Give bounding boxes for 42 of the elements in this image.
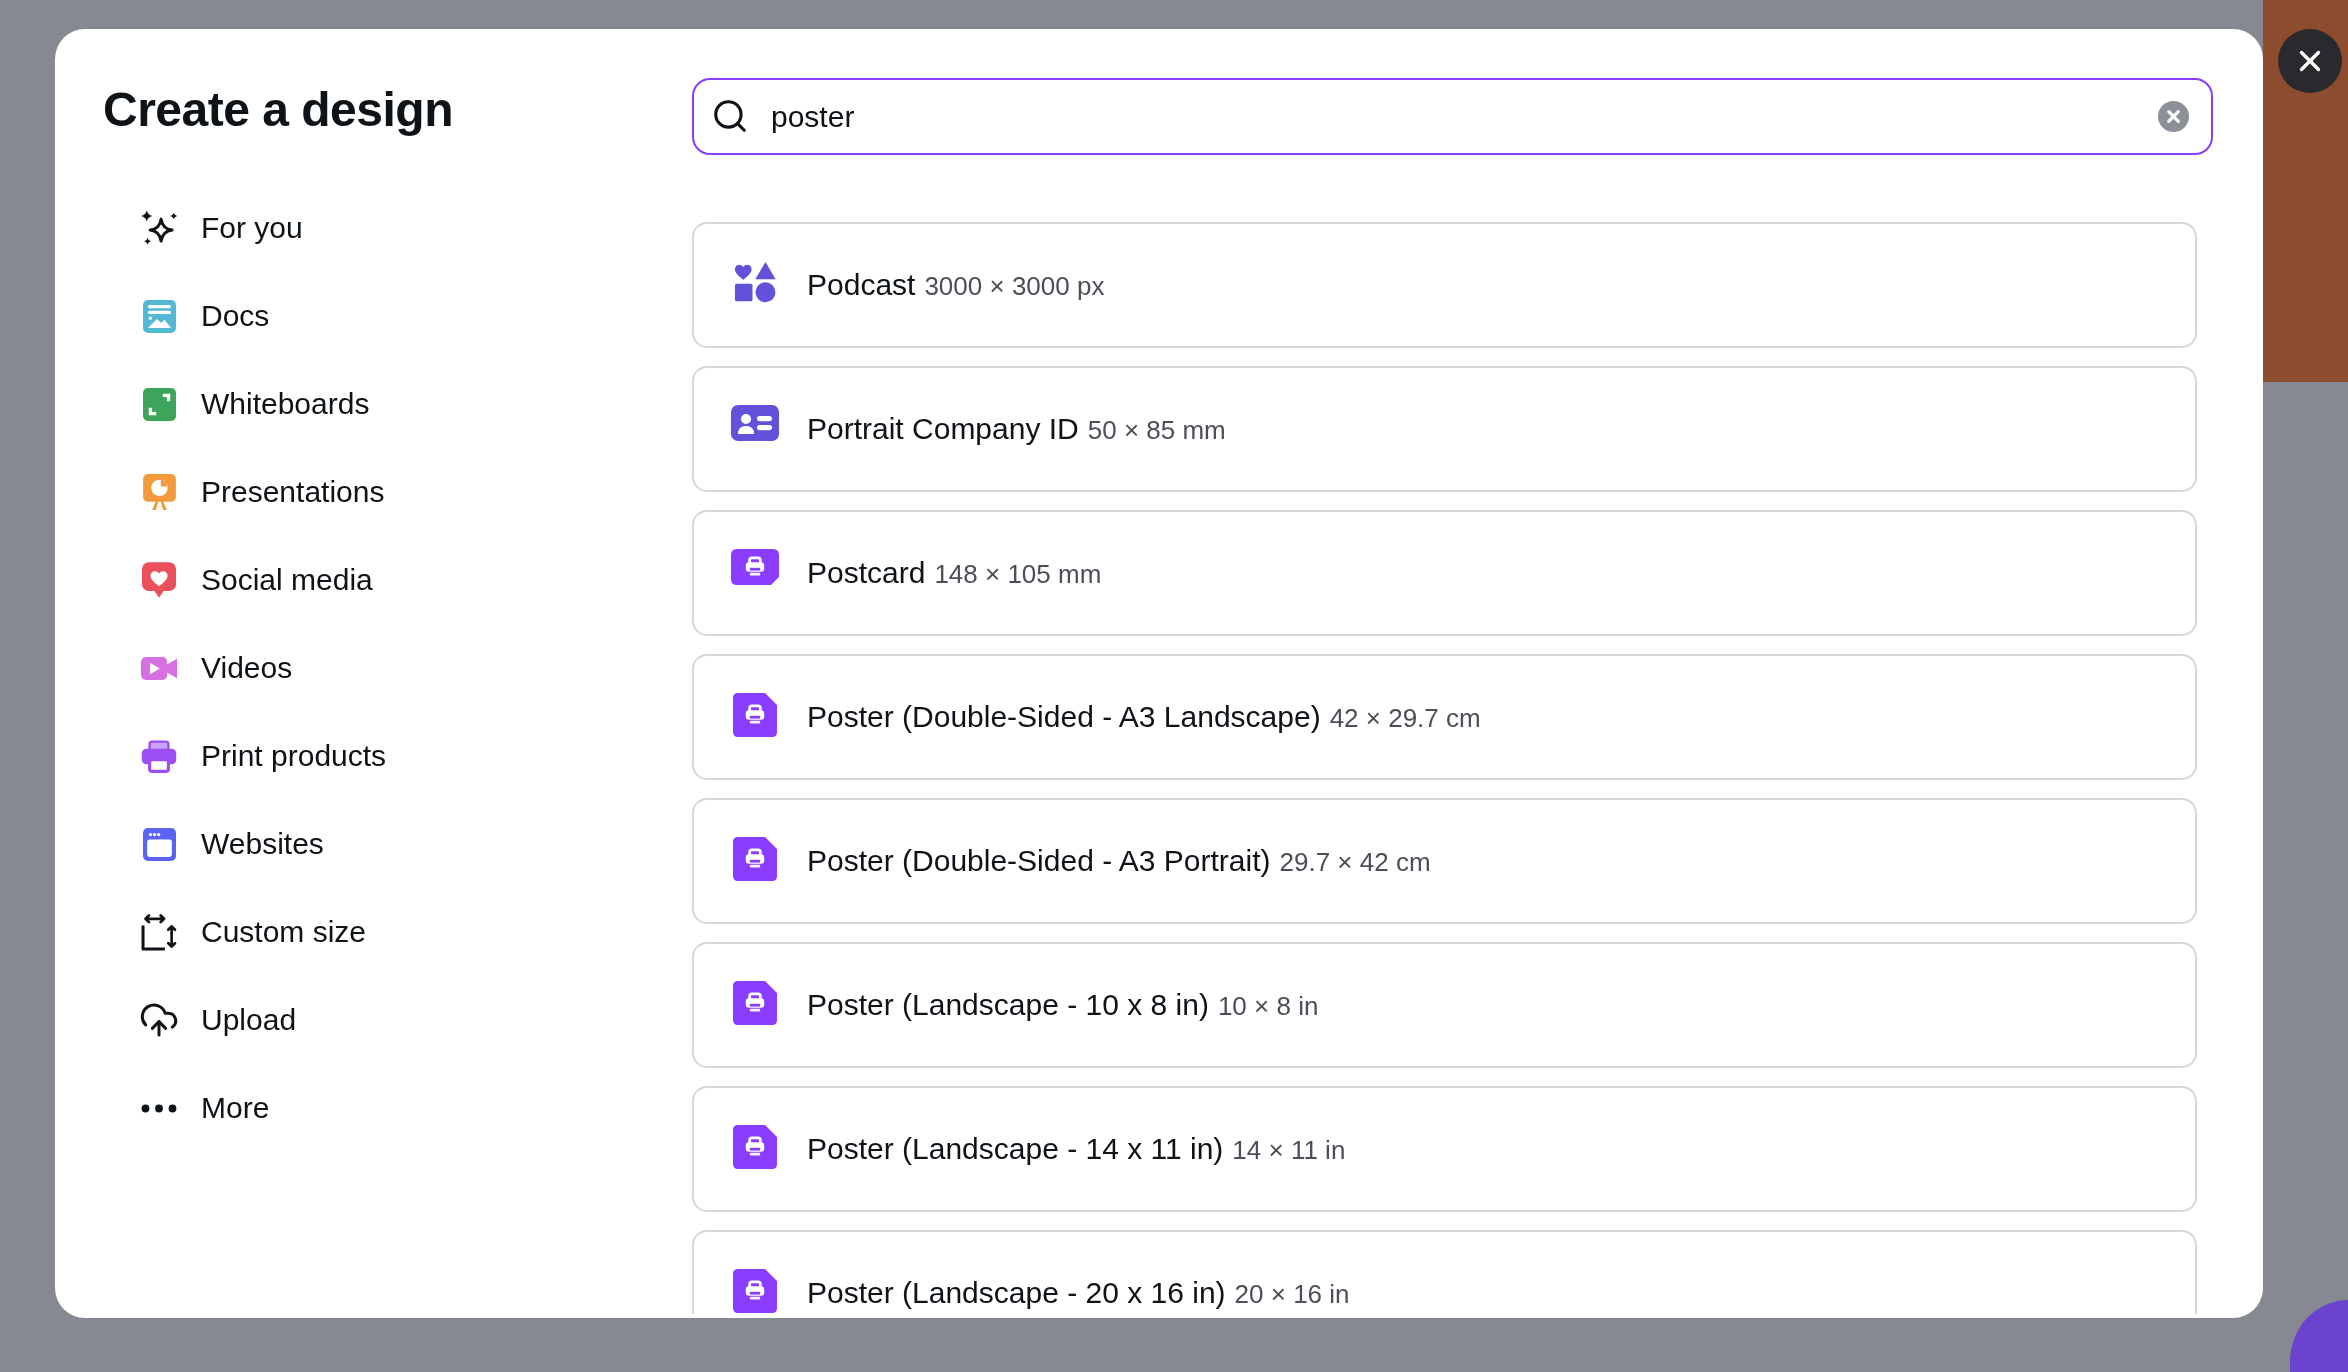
sidebar-nav-item[interactable]: Whiteboards	[139, 384, 370, 424]
search-icon	[711, 97, 749, 135]
sidebar-nav-item[interactable]: More	[139, 1088, 270, 1128]
document-image-icon	[142, 299, 176, 333]
sidebar-nav-item[interactable]: For you	[139, 208, 303, 248]
sidebar-nav-item[interactable]: Upload	[139, 1000, 297, 1040]
printer-card-icon	[733, 1269, 777, 1313]
design-type-option[interactable]: Poster (Landscape - 20 x 16 in) 20 × 16 in	[692, 1230, 2197, 1314]
resize-arrows-icon	[141, 913, 177, 951]
clear-search-button[interactable]	[2158, 101, 2189, 132]
design-type-option[interactable]: Poster (Landscape - 14 x 11 in) 14 × 11 in	[692, 1086, 2197, 1212]
whiteboard-icon	[142, 387, 176, 421]
search-field[interactable]: poster	[692, 78, 2213, 155]
browser-window-icon	[142, 827, 176, 861]
dialog-title: Create a design	[103, 82, 453, 138]
circled-x-icon	[2158, 101, 2189, 132]
presentation-easel-icon	[142, 474, 176, 510]
design-type-option[interactable]: Portrait Company ID 50 × 85 mm	[692, 366, 2197, 492]
sidebar-nav-item[interactable]: Social media	[139, 560, 373, 600]
printer-icon	[141, 739, 177, 773]
id-card-icon	[731, 405, 779, 441]
shapes-icon	[734, 261, 776, 303]
video-camera-icon	[141, 656, 177, 680]
sidebar-nav-item[interactable]: Custom size	[139, 912, 367, 952]
design-type-option[interactable]: Podcast 3000 × 3000 px	[692, 222, 2197, 348]
design-type-option[interactable]: Poster (Landscape - 10 x 8 in) 10 × 8 in	[692, 942, 2197, 1068]
printer-card-icon	[733, 981, 777, 1025]
sidebar-nav-item[interactable]: Presentations	[139, 472, 385, 512]
design-type-option[interactable]: Postcard 148 × 105 mm	[692, 510, 2197, 636]
printer-card-icon	[733, 1125, 777, 1169]
sidebar-nav-item[interactable]: Videos	[139, 648, 293, 688]
sidebar-nav-item[interactable]: Docs	[139, 296, 270, 336]
more-dots-icon	[141, 1103, 177, 1113]
printer-card-icon	[731, 549, 779, 585]
design-type-option[interactable]: Poster (Double-Sided - A3 Portrait) 29.7 × 42 cm	[692, 798, 2197, 924]
sparkles-icon	[140, 209, 178, 247]
design-type-option[interactable]: Poster (Double-Sided - A3 Landscape) 42 × 29.7 cm	[692, 654, 2197, 780]
sidebar-nav-item[interactable]: Print products	[139, 736, 387, 776]
printer-card-icon	[733, 693, 777, 737]
heart-bubble-icon	[142, 562, 176, 598]
sidebar-nav-item[interactable]: Websites	[139, 824, 324, 864]
printer-card-icon	[733, 837, 777, 881]
